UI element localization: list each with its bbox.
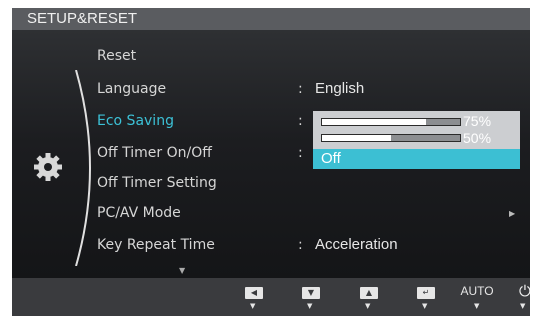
menu-item-pc-av-mode[interactable]: PC/AV Mode [97, 202, 181, 224]
chevron-right-icon: ▶ [509, 209, 516, 218]
scroll-down-icon: ▼ [179, 266, 186, 275]
level-rest [391, 135, 460, 141]
eco-option-label: 50% [463, 130, 492, 146]
down-button[interactable]: ▼ ▼ [294, 278, 330, 316]
button-indicator-icon: ▼ [422, 302, 428, 310]
power-icon: ⏻ [519, 282, 530, 300]
level-bar [321, 118, 461, 126]
separator-colon: : [298, 81, 303, 97]
left-button[interactable]: ◀ ▼ [237, 278, 273, 316]
menu-item-off-timer-setting[interactable]: Off Timer Setting [97, 172, 217, 194]
menu-item-off-timer-on-off[interactable]: Off Timer On/Off [97, 142, 212, 164]
osd-window: SETUP&RESET Reset Language : English Eco… [12, 8, 530, 316]
level-rest [425, 119, 460, 125]
level-fill [322, 119, 426, 125]
eco-option-label: Off [321, 150, 341, 167]
auto-label: AUTO [460, 284, 494, 298]
down-arrow-icon: ▼ [302, 287, 320, 299]
button-indicator-icon: ▼ [307, 302, 313, 310]
control-bar: ◀ ▼ ▼ ▼ ▲ ▼ ↵ ▼ AUTO ▼ ⏻ ▼ [12, 278, 530, 316]
language-value: English [315, 80, 365, 97]
power-button[interactable]: ⏻ ▼ [509, 278, 530, 316]
eco-option-50[interactable]: 50% [313, 128, 520, 148]
level-fill [322, 135, 391, 141]
gear-icon [34, 153, 62, 181]
left-arrow-icon: ◀ [245, 287, 263, 299]
level-bar [321, 134, 461, 142]
button-indicator-icon: ▼ [520, 302, 526, 310]
eco-saving-dropdown: 75% 50% Off [313, 111, 520, 169]
separator-colon: : [298, 237, 303, 253]
enter-button[interactable]: ↵ ▼ [409, 278, 445, 316]
menu-title: SETUP&RESET [12, 8, 530, 30]
enter-icon: ↵ [417, 287, 435, 299]
up-button[interactable]: ▲ ▼ [352, 278, 388, 316]
menu-item-eco-saving[interactable]: Eco Saving [97, 110, 174, 132]
key-repeat-value: Acceleration [315, 236, 398, 253]
eco-option-off[interactable]: Off [313, 149, 520, 169]
separator-colon: : [298, 113, 303, 129]
menu-item-language[interactable]: Language [97, 78, 166, 100]
auto-button[interactable]: AUTO ▼ [457, 278, 493, 316]
up-arrow-icon: ▲ [360, 287, 378, 299]
menu-item-key-repeat-time[interactable]: Key Repeat Time [97, 234, 215, 256]
button-indicator-icon: ▼ [474, 302, 480, 310]
menu-item-reset[interactable]: Reset [97, 45, 136, 67]
separator-colon: : [298, 145, 303, 161]
button-indicator-icon: ▼ [365, 302, 371, 310]
button-indicator-icon: ▼ [250, 302, 256, 310]
